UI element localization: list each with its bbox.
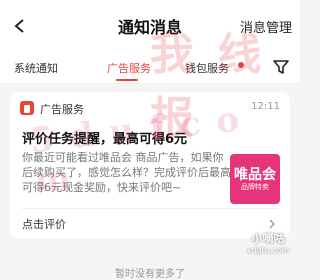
ad-service-icon — [20, 101, 34, 115]
watermark-corner-url: xdgtu.com — [246, 246, 290, 255]
message-card[interactable]: 广告服务 12:11 评价任务提醒，最高可得6元 你最近可能看过唯品会 商品广告… — [10, 92, 290, 238]
card-divider — [22, 208, 278, 209]
thumbnail-brand: 唯品会 — [234, 166, 276, 183]
chevron-right-icon[interactable] — [266, 215, 278, 229]
message-time: 12:11 — [251, 101, 280, 112]
vip-thumbnail: 唯品会 品牌特卖 — [230, 154, 280, 204]
message-body: 你最近可能看过唯品会 商品广告，如果你后续购买了，感觉怎么样？完成评价后最高可得… — [22, 151, 231, 194]
tab-wallet-service[interactable]: 钱包服务 — [185, 60, 229, 76]
message-management-button[interactable]: 消息管理 — [240, 17, 292, 36]
service-name: 广告服务 — [40, 103, 84, 116]
message-title: 评价任务提醒，最高可得6元 — [22, 132, 188, 147]
thumbnail-slogan: 品牌特卖 — [241, 182, 269, 191]
no-more-text: 暂时没有更多了 — [115, 269, 185, 280]
category-tabs: 系统通知 广告服务 钱包服务 — [0, 52, 300, 84]
tab-system-notice[interactable]: 系统通知 — [14, 60, 58, 76]
review-link[interactable]: 点击评价 — [22, 216, 66, 232]
unread-dot — [238, 62, 244, 68]
top-bar: 通知消息 消息管理 — [0, 0, 300, 52]
filter-icon[interactable] — [272, 58, 290, 76]
active-tab-indicator — [116, 79, 138, 81]
tab-ad-service[interactable]: 广告服务 — [107, 60, 151, 76]
